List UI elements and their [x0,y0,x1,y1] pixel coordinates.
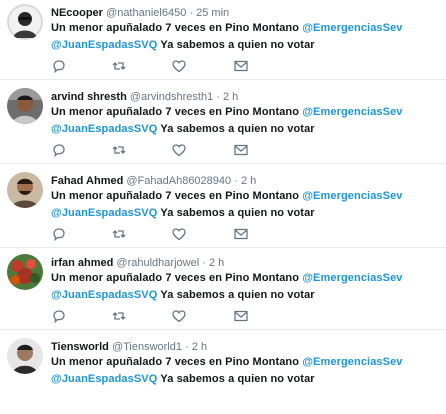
mention-link[interactable]: @EmergenciasSev [302,272,402,284]
separator-dot: · [185,341,189,353]
tweet-text-line: Un menor apuñalado 7 veces en Pino Monta… [51,272,300,284]
reply-icon[interactable] [51,142,67,158]
tweet-item[interactable]: Tiensworld @Tiensworld1 · 2 h Un menor a… [0,334,446,414]
tweet-text-line: Ya sabemos a quien no votar [160,123,315,135]
mention-link[interactable]: @EmergenciasSev [302,356,402,368]
separator-dot: · [189,7,194,19]
user-avatar-icon[interactable] [7,172,43,208]
tweet-text-line: Ya sabemos a quien no votar [160,289,315,301]
display-name[interactable]: Fahad Ahmed [51,175,123,187]
timestamp[interactable]: 25 min [196,7,229,19]
tweet-header: NEcooper @nathaniel6450 · 25 min [51,6,229,20]
reply-icon[interactable] [51,58,67,74]
retweet-icon[interactable] [111,142,127,158]
display-name[interactable]: NEcooper [51,7,103,19]
like-icon[interactable] [171,58,187,74]
tweet-actions [51,308,251,324]
tweet-text: Un menor apuñalado 7 veces en Pino Monta… [51,104,441,138]
user-handle[interactable]: @FahadAh86028940 [126,175,231,187]
tweet-actions [51,226,251,242]
tweet-text-line: Un menor apuñalado 7 veces en Pino Monta… [51,356,300,368]
user-handle[interactable]: @rahuldharjowel [116,257,199,269]
like-icon[interactable] [171,142,187,158]
direct-message-icon[interactable] [233,58,249,74]
mention-link[interactable]: @JuanEspadasSVQ [51,289,157,301]
mention-link[interactable]: @JuanEspadasSVQ [51,373,157,385]
retweet-icon[interactable] [111,226,127,242]
like-icon[interactable] [171,308,187,324]
tweet-header: arvind shresth @arvindshresth1 · 2 h [51,90,238,104]
direct-message-icon[interactable] [233,226,249,242]
user-avatar-icon[interactable] [7,254,43,290]
timestamp[interactable]: 2 h [192,341,207,353]
user-avatar-icon[interactable] [7,4,43,40]
separator-dot: · [234,175,238,187]
tweet-header: irfan ahmed @rahuldharjowel · 2 h [51,256,224,270]
mention-link[interactable]: @EmergenciasSev [302,22,402,34]
tweet-actions [51,58,251,74]
user-handle[interactable]: @nathaniel6450 [106,7,186,19]
timestamp[interactable]: 2 h [241,175,256,187]
tweet-actions [51,142,251,158]
tweet-text: Un menor apuñalado 7 veces en Pino Monta… [51,270,441,304]
tweet-item[interactable]: NEcooper @nathaniel6450 · 25 min Un meno… [0,0,446,80]
retweet-icon[interactable] [111,58,127,74]
mention-link[interactable]: @JuanEspadasSVQ [51,123,157,135]
retweet-icon[interactable] [111,308,127,324]
tweet-text-line: Ya sabemos a quien no votar [160,39,315,51]
tweet-text: Un menor apuñalado 7 veces en Pino Monta… [51,188,441,222]
tweet-text: Un menor apuñalado 7 veces en Pino Monta… [51,20,441,54]
mention-link[interactable]: @JuanEspadasSVQ [51,207,157,219]
tweet-item[interactable]: arvind shresth @arvindshresth1 · 2 h Un … [0,84,446,164]
tweet-text-line: Ya sabemos a quien no votar [160,207,315,219]
separator-dot: · [202,257,206,269]
direct-message-icon[interactable] [233,142,249,158]
tweet-text-line: Un menor apuñalado 7 veces en Pino Monta… [51,22,300,34]
display-name[interactable]: Tiensworld [51,341,109,353]
user-avatar-icon[interactable] [7,88,43,124]
separator-dot: · [216,91,220,103]
user-avatar-icon[interactable] [7,338,43,374]
tweet-header: Fahad Ahmed @FahadAh86028940 · 2 h [51,174,256,188]
like-icon[interactable] [171,226,187,242]
tweet-text-line: Un menor apuñalado 7 veces en Pino Monta… [51,106,300,118]
user-handle[interactable]: @arvindshresth1 [130,91,213,103]
direct-message-icon[interactable] [233,308,249,324]
tweet-item[interactable]: Fahad Ahmed @FahadAh86028940 · 2 h Un me… [0,168,446,248]
display-name[interactable]: irfan ahmed [51,257,113,269]
user-handle[interactable]: @Tiensworld1 [112,341,182,353]
reply-icon[interactable] [51,308,67,324]
tweet-text-line: Un menor apuñalado 7 veces en Pino Monta… [51,190,300,202]
timestamp[interactable]: 2 h [209,257,224,269]
tweet-header: Tiensworld @Tiensworld1 · 2 h [51,340,207,354]
tweet-feed: NEcooper @nathaniel6450 · 25 min Un meno… [0,0,446,410]
tweet-text: Un menor apuñalado 7 veces en Pino Monta… [51,354,441,388]
mention-link[interactable]: @EmergenciasSev [302,190,402,202]
reply-icon[interactable] [51,226,67,242]
display-name[interactable]: arvind shresth [51,91,127,103]
mention-link[interactable]: @EmergenciasSev [302,106,402,118]
tweet-text-line: Ya sabemos a quien no votar [160,373,315,385]
tweet-item[interactable]: irfan ahmed @rahuldharjowel · 2 h Un men… [0,250,446,330]
timestamp[interactable]: 2 h [223,91,238,103]
mention-link[interactable]: @JuanEspadasSVQ [51,39,157,51]
